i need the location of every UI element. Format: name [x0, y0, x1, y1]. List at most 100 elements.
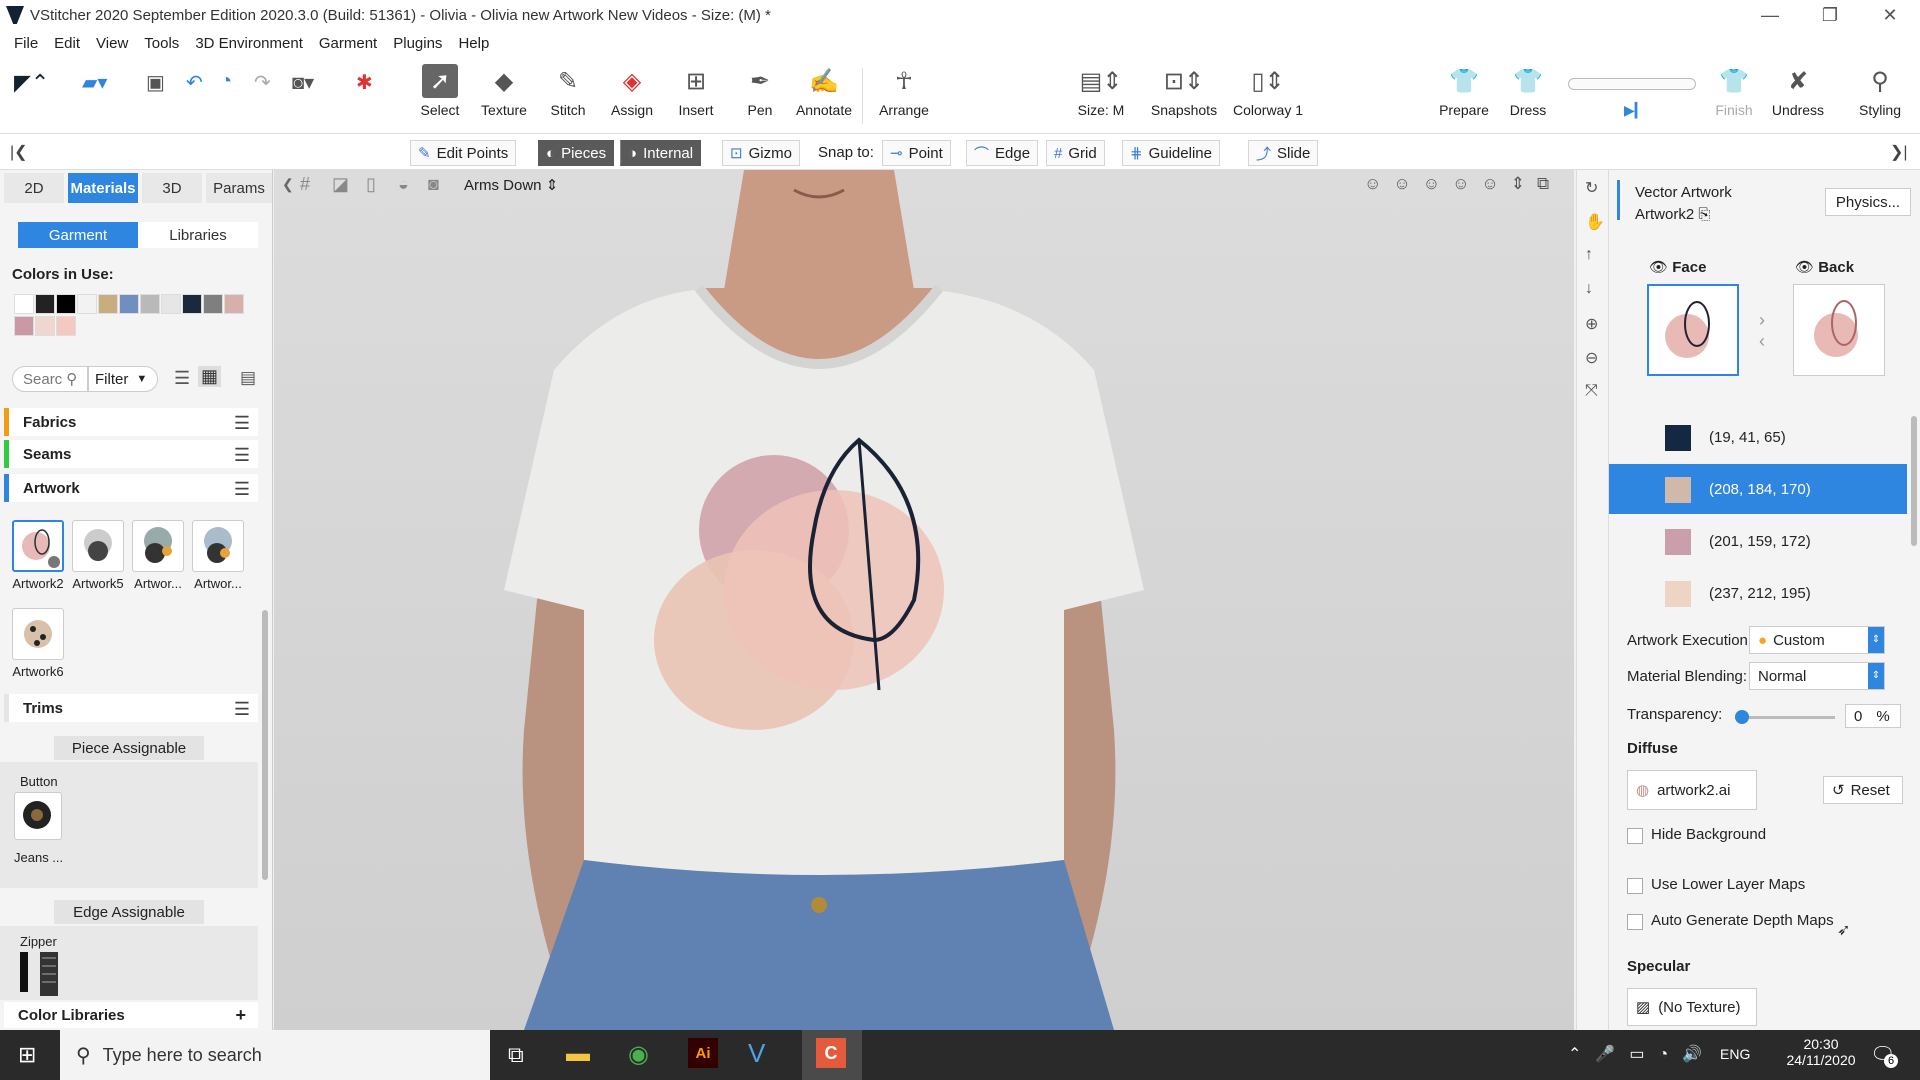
collapse-right-panel-icon[interactable]: ❯|	[1890, 142, 1908, 162]
reset-button[interactable]: ↺ Reset	[1823, 776, 1903, 804]
menu-view[interactable]: View	[96, 35, 128, 52]
maximize-button[interactable]: ❐	[1800, 0, 1860, 30]
color-swatch[interactable]	[98, 294, 118, 314]
history-icon[interactable]: ◔	[220, 70, 232, 93]
snap-edge-button[interactable]: ⌒ Edge	[966, 140, 1039, 166]
language-indicator[interactable]: ENG	[1720, 1046, 1750, 1062]
taskbar-search[interactable]: ⚲ Type here to search	[60, 1030, 490, 1080]
section-seams[interactable]: Seams ☰	[4, 440, 258, 468]
subtab-libraries[interactable]: Libraries	[138, 222, 258, 248]
color-swatch[interactable]	[161, 294, 181, 314]
insert-tool[interactable]: ⊞ Insert	[664, 64, 728, 130]
3d-viewport[interactable]: ❮ # ◪ ▯ ◒ ◙ Arms Down ⇕ ☺☺☺☺☺⇕⧉	[274, 170, 1574, 1030]
edit-points-button[interactable]: ✎ Edit Points	[410, 140, 517, 166]
undo-icon[interactable]: ↶	[186, 70, 203, 95]
menu-help[interactable]: Help	[458, 35, 489, 52]
system-tray-icons[interactable]: ⌃🎤▭◔🔊	[1568, 1044, 1716, 1064]
redo-icon[interactable]: ↷	[254, 70, 271, 95]
physics-button[interactable]: Physics...	[1825, 188, 1911, 216]
left-panel-scrollbar[interactable]	[262, 610, 268, 880]
menu-edit[interactable]: Edit	[54, 35, 80, 52]
transparency-input[interactable]: 0%	[1845, 704, 1901, 728]
internal-toggle[interactable]: ◑ Internal	[620, 140, 702, 166]
eye-icon[interactable]: 👁	[1795, 259, 1814, 276]
size-selector[interactable]: ▤⇕ Size: M	[1068, 64, 1134, 130]
colorway-selector[interactable]: ▯⇕ Colorway 1	[1232, 64, 1304, 130]
color-swatch[interactable]	[14, 294, 34, 314]
filter-dropdown[interactable]: Filter ▼	[88, 366, 158, 392]
vstitcher-menu-icon[interactable]: ◤⌃	[14, 70, 49, 96]
back-preview[interactable]	[1793, 284, 1885, 376]
color-swatch[interactable]	[224, 294, 244, 314]
arrange-tool[interactable]: ☥ Arrange	[872, 64, 936, 130]
slide-button[interactable]: ⤴ Slide	[1248, 140, 1319, 166]
color-swatch[interactable]	[14, 316, 34, 336]
tab-2d[interactable]: 2D	[4, 173, 64, 203]
transparency-slider-track[interactable]	[1735, 716, 1835, 719]
tab-params[interactable]: Params	[206, 173, 272, 203]
color-swatch[interactable]	[119, 294, 139, 314]
zipper-trim-thumbnail[interactable]	[18, 952, 58, 996]
vstitcher-icon[interactable]: V	[748, 1038, 765, 1069]
rename-icon[interactable]: ⎘	[1698, 206, 1710, 223]
undress-button[interactable]: ✘ Undress	[1766, 64, 1830, 130]
windows-start-icon[interactable]: ⊞	[18, 1042, 36, 1068]
illustrator-icon[interactable]: Ai	[688, 1038, 718, 1068]
prepare-button[interactable]: 👕 Prepare	[1432, 64, 1496, 130]
artwork-execution-select[interactable]: ● Custom ⇕	[1749, 626, 1885, 654]
viewport-background-icon[interactable]: ◪	[332, 174, 349, 195]
open-folder-icon[interactable]: ▰▾	[82, 70, 107, 95]
pose-selector[interactable]: Arms Down ⇕	[464, 176, 558, 194]
tab-materials[interactable]: Materials	[68, 173, 138, 203]
gizmo-button[interactable]: ⊡ Gizmo	[722, 140, 800, 166]
clock[interactable]: 20:30 24/11/2020	[1786, 1036, 1856, 1068]
artwork-color-row[interactable]: (208, 184, 170)	[1609, 464, 1907, 514]
menu-plugins[interactable]: Plugins	[393, 35, 442, 52]
menu-file[interactable]: File	[14, 35, 38, 52]
trims-menu-icon[interactable]: ☰	[234, 699, 250, 720]
section-fabrics[interactable]: Fabrics ☰	[4, 408, 258, 436]
viewport-ruler-icon[interactable]: ▯	[366, 174, 376, 195]
task-view-icon[interactable]: ⧉	[508, 1042, 524, 1068]
menu-3d-environment[interactable]: 3D Environment	[195, 35, 303, 52]
color-swatch[interactable]	[140, 294, 160, 314]
rotate-icon[interactable]: ↻	[1585, 178, 1598, 198]
viewport-grid-icon[interactable]: #	[300, 174, 310, 195]
artwork-thumbnail[interactable]	[12, 520, 64, 572]
snap-grid-button[interactable]: # Grid	[1046, 140, 1105, 166]
annotate-tool[interactable]: ✍ Annotate	[792, 64, 856, 130]
transparency-slider-thumb[interactable]	[1735, 710, 1749, 724]
camtasia-icon[interactable]: C	[816, 1038, 846, 1068]
artwork-color-row[interactable]: (237, 212, 195)	[1609, 568, 1907, 618]
play-icon[interactable]: ▶▎	[1624, 102, 1646, 119]
seams-menu-icon[interactable]: ☰	[234, 445, 250, 466]
viewport-camera-icon[interactable]: ◙	[428, 174, 439, 195]
diffuse-texture-field[interactable]: ◍ artwork2.ai	[1627, 770, 1757, 810]
camera-icon[interactable]: ◙▾	[292, 70, 314, 95]
artwork-thumbnail[interactable]	[12, 608, 64, 660]
minimize-button[interactable]: —	[1740, 0, 1800, 30]
snap-guideline-button[interactable]: ⋕ Guideline	[1122, 140, 1220, 166]
dress-button[interactable]: 👕 Dress	[1496, 64, 1560, 130]
material-blending-select[interactable]: Normal ⇕	[1749, 662, 1885, 690]
move-up-icon[interactable]: ↑	[1585, 246, 1593, 264]
styling-button[interactable]: ⚲ Styling	[1848, 64, 1912, 130]
viewport-light-icon[interactable]: ◒	[398, 174, 409, 195]
fabrics-menu-icon[interactable]: ☰	[234, 413, 250, 434]
save-icon[interactable]: ▣	[146, 70, 165, 95]
eye-icon[interactable]: 👁	[1649, 259, 1668, 276]
chrome-icon[interactable]: ◉	[628, 1040, 649, 1069]
face-preview[interactable]	[1647, 284, 1739, 376]
texture-tool[interactable]: ◆ Texture	[472, 64, 536, 130]
subtab-garment[interactable]: Garment	[18, 222, 138, 248]
pen-tool[interactable]: ✒ Pen	[728, 64, 792, 130]
render-icon[interactable]: ✱	[356, 70, 373, 95]
artwork-color-row[interactable]: (19, 41, 65)	[1609, 412, 1907, 462]
search-input[interactable]: Searc ⚲	[12, 366, 88, 392]
artwork-color-row[interactable]: (201, 159, 172)	[1609, 516, 1907, 566]
collapse-left-panel-icon[interactable]: |❮	[10, 142, 28, 162]
fit-view-icon[interactable]: ⤧	[1585, 382, 1598, 400]
details-view-icon[interactable]: ▤	[240, 368, 256, 388]
color-swatch[interactable]	[56, 316, 76, 336]
zoom-in-icon[interactable]: ⊕	[1585, 314, 1598, 334]
